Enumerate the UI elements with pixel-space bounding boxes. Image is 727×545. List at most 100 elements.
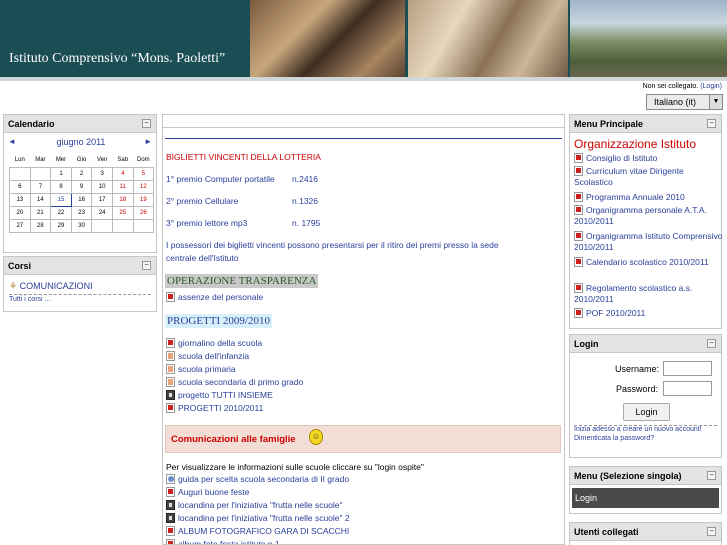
main-menu-item[interactable]: Calendario scolastico 2010/2011 xyxy=(574,257,724,268)
main-menu-item[interactable]: Programma Annuale 2010 xyxy=(574,192,724,203)
minimize-icon[interactable]: − xyxy=(707,119,716,128)
calendar-day[interactable]: 20 xyxy=(9,205,31,220)
calendar-day[interactable]: 3 xyxy=(91,166,113,181)
calendar-day[interactable]: 27 xyxy=(9,218,31,233)
prize-1: 1° premio Computer portatile n.2416 xyxy=(166,174,318,184)
calendar-day[interactable]: 12 xyxy=(132,179,155,194)
main-menu-link[interactable]: POF 2010/2011 xyxy=(586,308,645,318)
trasparenza-item[interactable]: assenze del personale xyxy=(166,292,263,302)
prev-month-icon[interactable]: ◄ xyxy=(8,137,16,146)
progetti-item[interactable]: scuola secondaria di primo grado xyxy=(166,377,303,387)
minimize-icon[interactable]: − xyxy=(142,261,151,270)
calendar-day[interactable]: 23 xyxy=(70,205,93,220)
comunicazioni-item[interactable]: album foto festa istituto n.1 xyxy=(166,539,280,544)
calendar-day[interactable]: 2 xyxy=(70,166,93,181)
calendar-day[interactable]: 18 xyxy=(111,192,134,207)
site-header: Istituto Comprensivo “Mons. Paoletti” xyxy=(0,0,727,77)
pdf-icon xyxy=(574,308,583,318)
comunicazioni-item[interactable]: guida per scelta scuola secondaria di II… xyxy=(166,474,349,484)
weekday-label: Gio xyxy=(76,157,87,164)
calendar-day[interactable]: 10 xyxy=(91,179,113,194)
login-link[interactable]: (Login) xyxy=(700,83,722,90)
comunicazioni-item[interactable]: locandina per l'iniziativa "frutta nelle… xyxy=(166,513,350,523)
minimize-icon[interactable]: − xyxy=(707,527,716,536)
calendar-day[interactable]: 5 xyxy=(132,166,155,181)
calendar-day[interactable]: 15 xyxy=(50,192,72,207)
main-menu-item[interactable]: Organigramma Istituto Comprensivo 2010/2… xyxy=(574,231,724,253)
course-item[interactable]: ⚘ COMUNICAZIONI xyxy=(9,281,93,292)
comunicazioni-link[interactable]: Auguri buone feste xyxy=(178,487,249,497)
weekday-label: Sab xyxy=(117,157,129,164)
comunicazioni-item[interactable]: Auguri buone feste xyxy=(166,487,249,497)
main-menu-link[interactable]: Programma Annuale 2010 xyxy=(586,192,685,202)
menu-login-item[interactable]: Login xyxy=(572,488,719,508)
minimize-icon[interactable]: − xyxy=(707,471,716,480)
comunicazioni-item[interactable]: locandina per l'iniziativa "frutta nelle… xyxy=(166,500,343,510)
main-menu-item[interactable]: POF 2010/2011 xyxy=(574,308,724,319)
progetti-item[interactable]: progetto TUTTI INSIEME xyxy=(166,390,273,400)
calendar-day[interactable]: 7 xyxy=(29,179,52,194)
calendar-day[interactable]: 21 xyxy=(29,205,52,220)
comunicazioni-link[interactable]: ALBUM FOTOGRAFICO GARA DI SCACCHI xyxy=(178,526,349,536)
minimize-icon[interactable]: − xyxy=(707,339,716,348)
comunicazioni-item[interactable]: ALBUM FOTOGRAFICO GARA DI SCACCHI xyxy=(166,526,349,536)
comunicazioni-link[interactable]: locandina per l'iniziativa "frutta nelle… xyxy=(178,513,350,523)
main-menu-item[interactable]: Organigramma personale A.T.A. 2010/2011 xyxy=(574,205,724,227)
minimize-icon[interactable]: − xyxy=(142,119,151,128)
username-input[interactable] xyxy=(663,361,712,376)
next-month-icon[interactable]: ► xyxy=(144,137,152,146)
language-select[interactable]: Italiano (it) ▼ xyxy=(646,94,723,110)
progetti-item[interactable]: scuola dell'infanzia xyxy=(166,351,249,361)
comunicazioni-link[interactable]: guida per scelta scuola secondaria di II… xyxy=(178,474,349,484)
calendar-day[interactable]: 17 xyxy=(91,192,113,207)
main-content: BIGLIETTI VINCENTI DELLA LOTTERIA 1° pre… xyxy=(162,114,565,545)
comunicazioni-link[interactable]: album foto festa istituto n.1 xyxy=(178,539,280,544)
progetti-item[interactable]: PROGETTI 2010/2011 xyxy=(166,403,263,413)
course-link[interactable]: COMUNICAZIONI xyxy=(20,281,93,291)
calendar-day[interactable]: 8 xyxy=(50,179,72,194)
all-courses-link[interactable]: Tutti i corsi ... xyxy=(9,296,50,303)
main-menu-item[interactable]: Curriculum vitae Dirigente Scolastico xyxy=(574,166,724,188)
main-menu-item[interactable]: Consiglio di Istituto xyxy=(574,153,724,164)
calendar-day[interactable]: 14 xyxy=(29,192,52,207)
progetti-link[interactable]: giornalino della scuola xyxy=(178,338,262,348)
progetti-item[interactable]: giornalino della scuola xyxy=(166,338,262,348)
main-menu-link[interactable]: Curriculum vitae Dirigente Scolastico xyxy=(574,166,684,187)
calendar-day[interactable]: 26 xyxy=(132,205,155,220)
trasparenza-link[interactable]: assenze del personale xyxy=(178,292,263,302)
calendar-day[interactable]: 25 xyxy=(111,205,134,220)
create-account-link[interactable]: Inizia adesso a creare un nuovo account! xyxy=(574,426,702,433)
comunicazioni-link[interactable]: locandina per l'iniziativa "frutta nelle… xyxy=(178,500,343,510)
password-input[interactable] xyxy=(663,381,712,396)
progetti-item[interactable]: scuola primaria xyxy=(166,364,236,374)
main-menu-link[interactable]: Regolamento scolastico a.s. 2010/2011 xyxy=(574,283,692,304)
main-menu-link[interactable]: Organigramma personale A.T.A. 2010/2011 xyxy=(574,205,707,226)
calendar-day[interactable]: 22 xyxy=(50,205,72,220)
calendar-day[interactable]: 4 xyxy=(111,166,134,181)
calendar-day[interactable]: 11 xyxy=(111,179,134,194)
single-select-menu-title: Menu (Selezione singola) xyxy=(574,471,682,481)
main-menu-link[interactable]: Consiglio di Istituto xyxy=(586,153,657,163)
calendar-day[interactable]: 28 xyxy=(29,218,52,233)
progetti-link[interactable]: scuola secondaria di primo grado xyxy=(178,377,303,387)
calendar-day[interactable]: 30 xyxy=(70,218,93,233)
calendar-month[interactable]: giugno 2011 xyxy=(4,137,158,147)
chevron-down-icon[interactable]: ▼ xyxy=(709,95,722,109)
calendar-day[interactable]: 19 xyxy=(132,192,155,207)
main-menu-link[interactable]: Calendario scolastico 2010/2011 xyxy=(586,257,709,267)
progetti-link[interactable]: PROGETTI 2010/2011 xyxy=(178,403,263,413)
login-button[interactable]: Login xyxy=(623,403,670,421)
calendar-day[interactable]: 6 xyxy=(9,179,31,194)
calendar-day[interactable]: 29 xyxy=(50,218,72,233)
calendar-day[interactable]: 16 xyxy=(70,192,93,207)
calendar-day[interactable]: 9 xyxy=(70,179,93,194)
main-menu-item[interactable]: Regolamento scolastico a.s. 2010/2011 xyxy=(574,283,724,305)
calendar-day[interactable]: 24 xyxy=(91,205,113,220)
progetti-link[interactable]: progetto TUTTI INSIEME xyxy=(178,390,273,400)
calendar-day[interactable]: 1 xyxy=(50,166,72,181)
forgot-password-link[interactable]: Dimenticata la password? xyxy=(574,435,654,442)
progetti-link[interactable]: scuola dell'infanzia xyxy=(178,351,249,361)
main-menu-link[interactable]: Organigramma Istituto Comprensivo 2010/2… xyxy=(574,231,723,252)
calendar-day[interactable]: 13 xyxy=(9,192,31,207)
progetti-link[interactable]: scuola primaria xyxy=(178,364,236,374)
